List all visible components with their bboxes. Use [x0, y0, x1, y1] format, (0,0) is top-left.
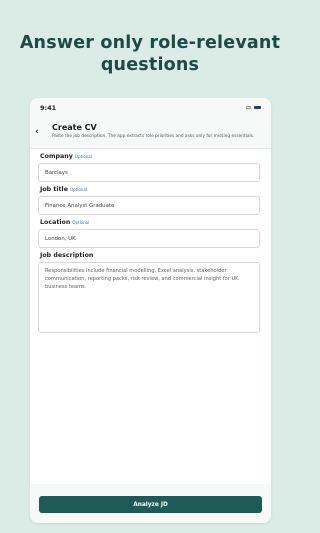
location-label: Location Optional — [40, 219, 90, 226]
wifi-icon — [246, 106, 251, 109]
page-title: Create CV — [52, 123, 97, 132]
job-title-field[interactable]: Finance Analyst Graduate — [38, 196, 260, 215]
page-subtitle: Paste the job description. The app extra… — [52, 134, 255, 139]
company-field[interactable]: Barclays — [38, 163, 260, 182]
job-description-textarea[interactable]: Responsibilities include financial model… — [38, 262, 260, 333]
status-icons — [246, 106, 261, 109]
location-field[interactable]: London, UK — [38, 229, 260, 248]
status-bar: 9:41 — [30, 98, 271, 118]
job-title-optional-tag: Optional — [69, 187, 87, 192]
phone-screen: 9:41 ‹ Create CV Paste the job descripti… — [30, 98, 271, 523]
company-label: Company Optional — [40, 153, 92, 160]
battery-icon — [254, 106, 261, 109]
job-description-label: Job description — [40, 252, 94, 259]
action-bar: Analyze JD — [30, 484, 271, 523]
headline-line-2: questions — [100, 55, 200, 75]
app-header: ‹ Create CV Paste the job description. T… — [30, 118, 271, 149]
headline: Answer only role-relevant questions — [0, 32, 300, 76]
analyze-jd-button[interactable]: Analyze JD — [39, 496, 262, 513]
status-time: 9:41 — [40, 104, 57, 112]
location-optional-tag: Optional — [72, 220, 90, 225]
headline-line-1: Answer only role-relevant — [19, 33, 281, 53]
company-optional-tag: Optional — [74, 154, 92, 159]
chevron-left-icon[interactable]: ‹ — [35, 127, 39, 137]
job-title-label: Job title Optional — [40, 186, 87, 193]
